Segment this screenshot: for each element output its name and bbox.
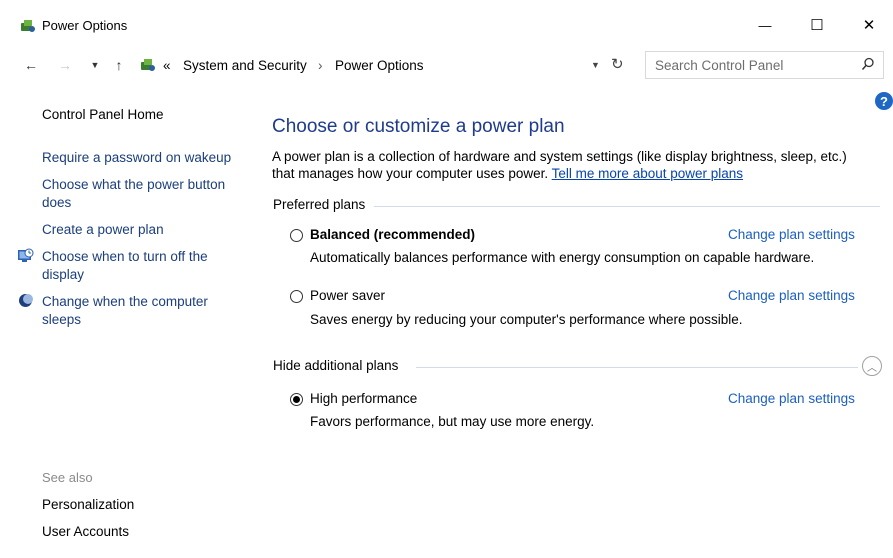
create-power-plan-link[interactable]: Create a power plan: [42, 221, 252, 239]
computer-sleeps-link[interactable]: Change when the computer sleeps: [42, 293, 232, 329]
arrow-left-icon: ←: [24, 57, 38, 73]
moon-icon: [18, 293, 33, 308]
maximize-icon: ☐: [810, 17, 824, 34]
high-performance-radio[interactable]: [290, 393, 303, 406]
personalization-link[interactable]: Personalization: [42, 496, 134, 514]
user-accounts-link[interactable]: User Accounts: [42, 523, 129, 541]
chevron-down-icon: ▼: [90, 60, 100, 70]
learn-more-link[interactable]: Tell me more about power plans: [552, 166, 743, 181]
window-title: Power Options: [42, 18, 128, 33]
close-button[interactable]: ✕: [846, 8, 892, 42]
maximize-button[interactable]: ☐: [794, 8, 840, 42]
hide-additional-plans-label[interactable]: Hide additional plans: [273, 358, 398, 373]
balanced-change-settings-link[interactable]: Change plan settings: [728, 227, 855, 242]
breadcrumb-overflow[interactable]: «: [163, 58, 171, 73]
power-options-icon: [20, 18, 36, 34]
search-input[interactable]: Search Control Panel: [655, 58, 783, 73]
recent-locations-button[interactable]: ▼: [86, 56, 104, 74]
page-title: Choose or customize a power plan: [272, 116, 565, 137]
breadcrumb-system-and-security[interactable]: System and Security: [183, 58, 307, 73]
collapse-additional-plans-button[interactable]: ︿: [862, 356, 882, 376]
chevron-down-icon: ▼: [591, 60, 600, 70]
high-performance-change-settings-link[interactable]: Change plan settings: [728, 391, 855, 406]
refresh-button[interactable]: ↻: [611, 55, 624, 73]
power-button-link[interactable]: Choose what the power button does: [42, 176, 252, 212]
power-saver-plan-description: Saves energy by reducing your computer's…: [310, 312, 743, 327]
breadcrumb-power-options[interactable]: Power Options: [335, 58, 424, 73]
power-saver-plan-name[interactable]: Power saver: [310, 288, 385, 303]
search-icon[interactable]: [861, 57, 875, 71]
address-dropdown-button[interactable]: ▼: [591, 60, 600, 70]
chevron-up-icon: ︿: [867, 362, 877, 374]
help-button[interactable]: ?: [875, 92, 893, 110]
high-performance-plan-description: Favors performance, but may use more ene…: [310, 414, 595, 429]
forward-button[interactable]: →: [56, 56, 74, 74]
preferred-plans-divider: [374, 206, 880, 207]
minimize-icon: —: [758, 17, 772, 33]
up-button[interactable]: ↑: [110, 56, 128, 74]
arrow-right-icon: →: [58, 57, 72, 73]
high-performance-plan-name[interactable]: High performance: [310, 391, 417, 406]
require-password-link[interactable]: Require a password on wakeup: [42, 149, 252, 167]
minimize-button[interactable]: —: [742, 8, 788, 42]
display-icon: [17, 248, 34, 264]
balanced-radio[interactable]: [290, 229, 303, 242]
breadcrumb-separator[interactable]: ›: [318, 58, 323, 73]
help-icon: ?: [880, 93, 888, 109]
power-saver-radio[interactable]: [290, 290, 303, 303]
refresh-icon: ↻: [611, 56, 624, 73]
balanced-plan-description: Automatically balances performance with …: [310, 250, 815, 265]
see-also-heading: See also: [42, 470, 93, 485]
balanced-plan-name[interactable]: Balanced (recommended): [310, 227, 475, 242]
page-description: A power plan is a collection of hardware…: [272, 148, 872, 182]
preferred-plans-label: Preferred plans: [273, 197, 366, 212]
additional-plans-divider: [416, 367, 858, 368]
power-saver-change-settings-link[interactable]: Change plan settings: [728, 288, 855, 303]
arrow-up-icon: ↑: [115, 57, 123, 73]
turn-off-display-link[interactable]: Choose when to turn off the display: [42, 248, 232, 284]
control-panel-icon: [140, 57, 156, 73]
close-icon: ✕: [862, 17, 876, 34]
back-button[interactable]: ←: [22, 56, 40, 74]
control-panel-home-link[interactable]: Control Panel Home: [42, 106, 164, 124]
